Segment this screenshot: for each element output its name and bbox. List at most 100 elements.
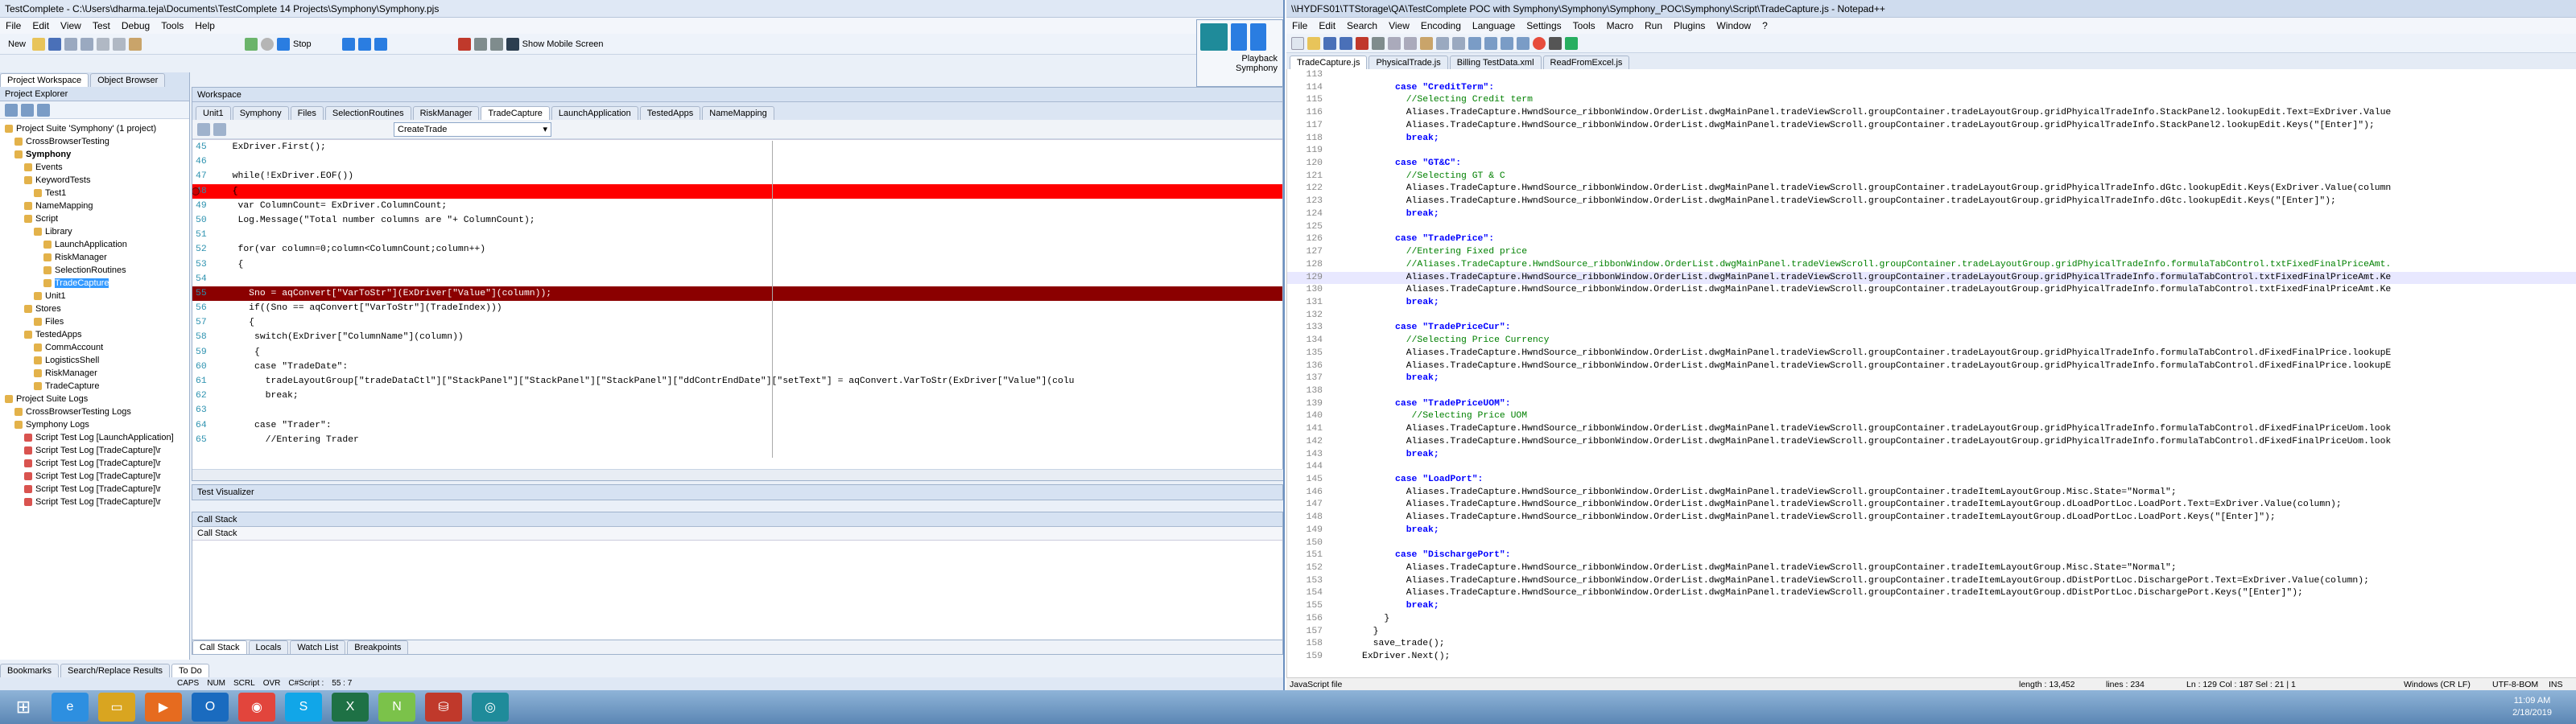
step-over-icon[interactable] bbox=[374, 37, 387, 51]
zoom-in-icon[interactable] bbox=[1501, 36, 1513, 50]
redo-icon[interactable] bbox=[80, 37, 94, 51]
project-tab-0[interactable]: Project Workspace bbox=[0, 73, 89, 87]
tree-item[interactable]: Stores bbox=[0, 302, 189, 315]
editor-tab-2[interactable]: Files bbox=[290, 106, 324, 120]
tree-item[interactable]: LogisticsShell bbox=[0, 354, 189, 367]
copy-icon[interactable] bbox=[1404, 36, 1417, 50]
undo-icon[interactable] bbox=[1436, 36, 1449, 50]
new-button[interactable]: New bbox=[5, 39, 29, 49]
save-icon[interactable] bbox=[48, 37, 62, 51]
menu-item-help[interactable]: ? bbox=[1757, 20, 1773, 31]
step-icon[interactable] bbox=[357, 37, 371, 51]
menu-item-macro[interactable]: Macro bbox=[1601, 20, 1639, 31]
testcomplete-playback-icon[interactable] bbox=[1200, 23, 1228, 51]
routine-select[interactable]: CreateTrade ▾ bbox=[394, 121, 551, 137]
tree-item[interactable]: Events bbox=[0, 161, 189, 174]
notepadpp-icon[interactable]: N bbox=[378, 693, 415, 722]
tree-item[interactable]: CrossBrowserTesting bbox=[0, 135, 189, 148]
editor-tab-3[interactable]: SelectionRoutines bbox=[324, 106, 411, 120]
replace-icon[interactable] bbox=[1484, 36, 1497, 50]
tree-item[interactable]: CommAccount bbox=[0, 341, 189, 354]
menu-item-language[interactable]: Language bbox=[1467, 20, 1521, 31]
menu-item-run[interactable]: Run bbox=[1639, 20, 1668, 31]
call-stack-tab-3[interactable]: Breakpoints bbox=[347, 640, 409, 654]
menu-item-encoding[interactable]: Encoding bbox=[1415, 20, 1467, 31]
file-tab-3[interactable]: ReadFromExcel.js bbox=[1542, 56, 1630, 69]
ssms-icon[interactable]: ⛁ bbox=[425, 693, 462, 722]
start-orb-icon[interactable]: ⊞ bbox=[5, 693, 42, 722]
new-file-icon[interactable] bbox=[1291, 36, 1304, 50]
editor-tab-7[interactable]: TestedApps bbox=[639, 106, 701, 120]
tree-item[interactable]: Script bbox=[0, 212, 189, 225]
record-macro-icon[interactable] bbox=[1533, 36, 1546, 50]
testcomplete-icon[interactable]: ◎ bbox=[472, 693, 509, 722]
file-tab-0[interactable]: TradeCapture.js bbox=[1290, 56, 1368, 69]
notepadpp-editor[interactable]: 113 114 case "CreditTerm": 115 //Selecting… bbox=[1286, 69, 2576, 685]
menu-item-tools[interactable]: Tools bbox=[155, 20, 189, 31]
editor-tab-6[interactable]: LaunchApplication bbox=[551, 106, 638, 120]
cut-icon[interactable] bbox=[1388, 36, 1401, 50]
add-icon[interactable] bbox=[5, 103, 18, 117]
tree-item[interactable]: Project Suite Logs bbox=[0, 393, 189, 405]
menu-item-test[interactable]: Test bbox=[87, 20, 116, 31]
editor-tab-8[interactable]: NameMapping bbox=[702, 106, 774, 120]
skype-icon[interactable]: S bbox=[285, 693, 322, 722]
tree-item[interactable]: RiskManager bbox=[0, 367, 189, 380]
tree-item[interactable]: Script Test Log [TradeCapture]\r bbox=[0, 496, 189, 508]
open-icon[interactable] bbox=[32, 37, 46, 51]
tree-item[interactable]: Unit1 bbox=[0, 290, 189, 302]
bug-icon[interactable] bbox=[457, 37, 471, 51]
tree-item[interactable]: TestedApps bbox=[0, 328, 189, 341]
media-player-icon[interactable]: ▶ bbox=[145, 693, 182, 722]
breakpoint-icon[interactable] bbox=[192, 187, 200, 195]
bottom-tab-2[interactable]: To Do bbox=[171, 664, 209, 677]
menu-item-view[interactable]: View bbox=[1383, 20, 1415, 31]
open-file-icon[interactable] bbox=[1307, 36, 1320, 50]
tree-item[interactable]: Script Test Log [TradeCapture]\r bbox=[0, 457, 189, 470]
tree-item[interactable]: Library bbox=[0, 225, 189, 238]
menu-item-settings[interactable]: Settings bbox=[1521, 20, 1567, 31]
pause-playback-icon[interactable] bbox=[1231, 23, 1247, 51]
test-visualizer-title[interactable]: Test Visualizer bbox=[197, 487, 254, 497]
forward-icon[interactable] bbox=[213, 122, 226, 136]
close-file-icon[interactable] bbox=[1356, 36, 1368, 50]
excel-icon[interactable]: X bbox=[332, 693, 369, 722]
menu-item-tools[interactable]: Tools bbox=[1567, 20, 1601, 31]
tree-item[interactable]: TradeCapture bbox=[0, 380, 189, 393]
redo-icon[interactable] bbox=[1452, 36, 1465, 50]
stop-macro-icon[interactable] bbox=[1549, 36, 1562, 50]
menu-item-edit[interactable]: Edit bbox=[27, 20, 55, 31]
tree-item[interactable]: Files bbox=[0, 315, 189, 328]
menu-item-file[interactable]: File bbox=[0, 20, 27, 31]
tree-item[interactable]: KeywordTests bbox=[0, 174, 189, 187]
tree-item[interactable]: Script Test Log [TradeCapture]\r bbox=[0, 483, 189, 496]
menu-item-plugins[interactable]: Plugins bbox=[1668, 20, 1711, 31]
record-icon[interactable] bbox=[261, 37, 275, 51]
editor-hscroll[interactable] bbox=[192, 469, 1283, 480]
save-file-icon[interactable] bbox=[1323, 36, 1336, 50]
play-macro-icon[interactable] bbox=[1565, 36, 1578, 50]
file-tab-1[interactable]: PhysicalTrade.js bbox=[1368, 56, 1448, 69]
outlook-icon[interactable]: O bbox=[192, 693, 229, 722]
code-editor[interactable]: 45 ExDriver.First(); 46 47 while(!ExDriver… bbox=[192, 139, 1282, 451]
project-tab-1[interactable]: Object Browser bbox=[90, 73, 166, 87]
menu-item-view[interactable]: View bbox=[55, 20, 87, 31]
clock[interactable]: 11:09 AM 2/18/2019 bbox=[2512, 695, 2576, 719]
paste-icon[interactable] bbox=[1420, 36, 1433, 50]
tree-item[interactable]: CrossBrowserTesting Logs bbox=[0, 405, 189, 418]
file-tab-2[interactable]: Billing TestData.xml bbox=[1449, 56, 1542, 69]
tree-item[interactable]: Script Test Log [TradeCapture]\r bbox=[0, 444, 189, 457]
stop-button[interactable]: Stop bbox=[293, 39, 312, 49]
filter-icon[interactable] bbox=[37, 103, 50, 117]
tree-item[interactable]: LaunchApplication bbox=[0, 238, 189, 251]
call-stack-tab-2[interactable]: Watch List bbox=[290, 640, 346, 654]
stop-playback-icon[interactable] bbox=[1250, 23, 1266, 51]
tree-item[interactable]: SelectionRoutines bbox=[0, 264, 189, 277]
stop-icon[interactable] bbox=[277, 37, 291, 51]
menu-item-edit[interactable]: Edit bbox=[1313, 20, 1341, 31]
menu-item-debug[interactable]: Debug bbox=[116, 20, 155, 31]
editor-tab-4[interactable]: RiskManager bbox=[412, 106, 480, 120]
editor-tab-5[interactable]: TradeCapture bbox=[481, 106, 550, 120]
bottom-tab-1[interactable]: Search/Replace Results bbox=[60, 664, 171, 677]
camera-icon[interactable] bbox=[489, 37, 503, 51]
